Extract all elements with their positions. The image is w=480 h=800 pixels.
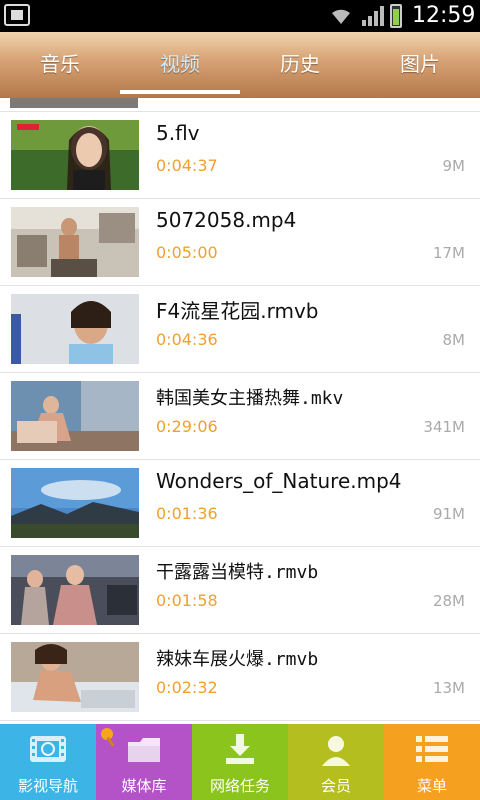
tab-music[interactable]: 音乐 — [0, 32, 120, 98]
video-duration: 0:29:06 — [156, 417, 218, 436]
video-size: 91M — [432, 505, 465, 523]
video-name: Wonders_of_Nature.mp4 — [156, 469, 402, 493]
nav-label: 影视导航 — [17, 777, 78, 795]
tab-pictures[interactable]: 图片 — [360, 32, 480, 98]
video-duration: 0:02:32 — [156, 678, 218, 697]
video-duration: 0:01:58 — [156, 591, 218, 610]
wifi-icon — [332, 9, 350, 24]
video-name: 5.flv — [156, 121, 200, 145]
notification-icon[interactable] — [4, 4, 30, 26]
video-duration: 0:04:36 — [156, 330, 218, 349]
video-row[interactable]: 干露露当模特.rmvb 0:01:58 28M — [0, 547, 480, 634]
video-thumbnail — [11, 468, 139, 538]
nav-label: 网络任务 — [209, 777, 270, 795]
video-duration: 0:05:00 — [156, 243, 218, 262]
active-tab-indicator — [120, 90, 240, 94]
video-duration: 0:01:36 — [156, 504, 218, 523]
video-size: 28M — [432, 592, 465, 610]
video-row[interactable]: 5.flv 0:04:37 9M — [0, 112, 480, 199]
video-size: 17M — [432, 244, 465, 262]
video-duration: 0:04:37 — [156, 156, 218, 175]
nav-menu[interactable]: 菜单 — [384, 724, 480, 800]
nav-label: 媒体库 — [121, 777, 167, 795]
video-size: 341M — [423, 418, 465, 436]
partial-thumbnail — [10, 98, 138, 108]
nav-video-guide[interactable]: 影视导航 — [0, 724, 96, 800]
video-thumbnail — [11, 120, 139, 190]
video-name: F4流星花园.rmvb — [156, 299, 319, 323]
status-time: 12:59 — [412, 3, 476, 28]
video-name: 干露露当模特.rmvb — [156, 562, 319, 583]
download-icon — [226, 734, 254, 764]
status-bar: 12:59 — [0, 0, 480, 32]
video-size: 8M — [442, 331, 466, 349]
video-thumbnail — [11, 294, 139, 364]
nav-network-tasks[interactable]: 网络任务 — [192, 724, 288, 800]
folder-icon — [128, 738, 160, 762]
video-size: 13M — [432, 679, 465, 697]
video-row[interactable]: 5072058.mp4 0:05:00 17M — [0, 199, 480, 286]
video-thumbnail — [11, 642, 139, 712]
video-name: 辣妹车展火爆.rmvb — [156, 649, 319, 670]
film-strip-icon — [30, 736, 66, 762]
battery-icon — [390, 4, 402, 28]
nav-label: 菜单 — [416, 777, 447, 795]
pin-icon — [101, 728, 115, 747]
user-icon — [322, 736, 350, 766]
signal-icon — [362, 6, 384, 26]
video-thumbnail — [11, 207, 139, 277]
video-thumbnail — [11, 555, 139, 625]
nav-label: 会员 — [320, 777, 351, 795]
video-row[interactable]: Wonders_of_Nature.mp4 0:01:36 91M — [0, 460, 480, 547]
video-row[interactable]: F4流星花园.rmvb 0:04:36 8M — [0, 286, 480, 373]
tab-history[interactable]: 历史 — [240, 32, 360, 98]
video-list[interactable]: 5.flv 0:04:37 9M 5072058.mp4 0:05:00 17M… — [0, 98, 480, 724]
nav-media-library[interactable]: 媒体库 — [96, 724, 192, 800]
top-tab-bar: 音乐 视频 历史 图片 — [0, 32, 480, 104]
nav-member[interactable]: 会员 — [288, 724, 384, 800]
menu-list-icon — [416, 736, 448, 762]
video-thumbnail — [11, 381, 139, 451]
video-row[interactable]: 韩国美女主播热舞.mkv 0:29:06 341M — [0, 373, 480, 460]
tab-video[interactable]: 视频 — [120, 32, 240, 98]
video-name: 韩国美女主播热舞.mkv — [156, 388, 344, 409]
video-name: 5072058.mp4 — [156, 208, 297, 232]
video-row[interactable]: 辣妹车展火爆.rmvb 0:02:32 13M — [0, 634, 480, 721]
video-size: 9M — [442, 157, 466, 175]
bottom-nav: 影视导航 媒体库 网络任务 会员 菜单 — [0, 724, 480, 800]
